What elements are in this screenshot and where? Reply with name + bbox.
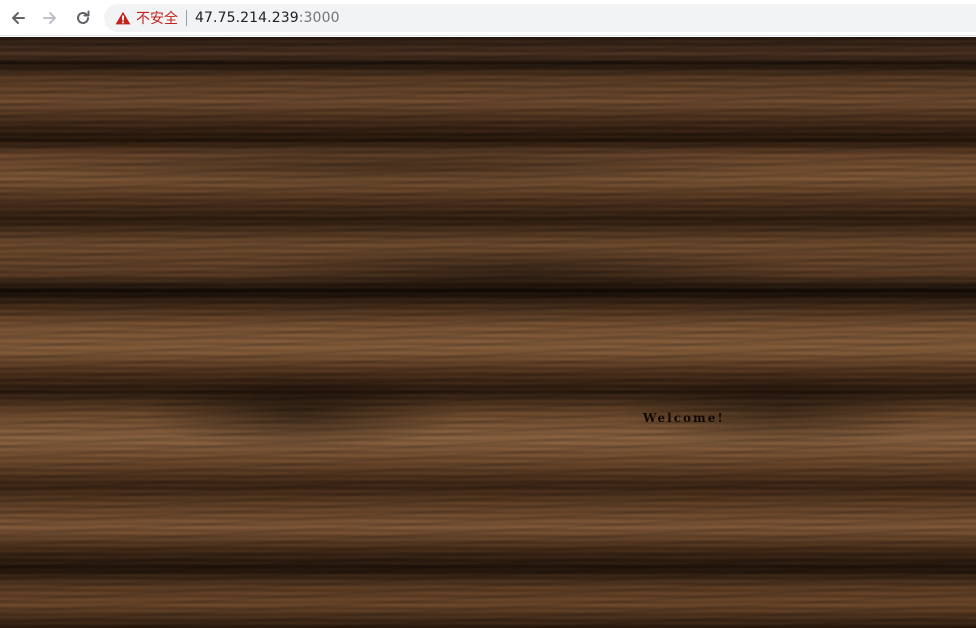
url-text[interactable]: 47.75.214.239:3000 [195,10,340,26]
wood-shading [0,37,976,628]
forward-arrow-icon [43,12,56,24]
security-status-label[interactable]: 不安全 [136,8,178,28]
url-port: :3000 [298,10,340,26]
reload-icon [77,10,90,24]
welcome-text: Welcome! [643,411,725,425]
page-viewport: Welcome! [0,37,976,628]
forward-button[interactable] [38,6,62,30]
back-button[interactable] [6,6,30,30]
address-bar-divider [186,10,187,26]
browser-toolbar: 不安全 47.75.214.239:3000 [0,0,976,36]
back-arrow-icon [12,12,25,24]
address-bar[interactable]: 不安全 47.75.214.239:3000 [104,4,976,32]
reload-button[interactable] [71,6,95,30]
url-host: 47.75.214.239 [195,10,299,26]
warning-triangle-icon[interactable] [114,9,132,27]
